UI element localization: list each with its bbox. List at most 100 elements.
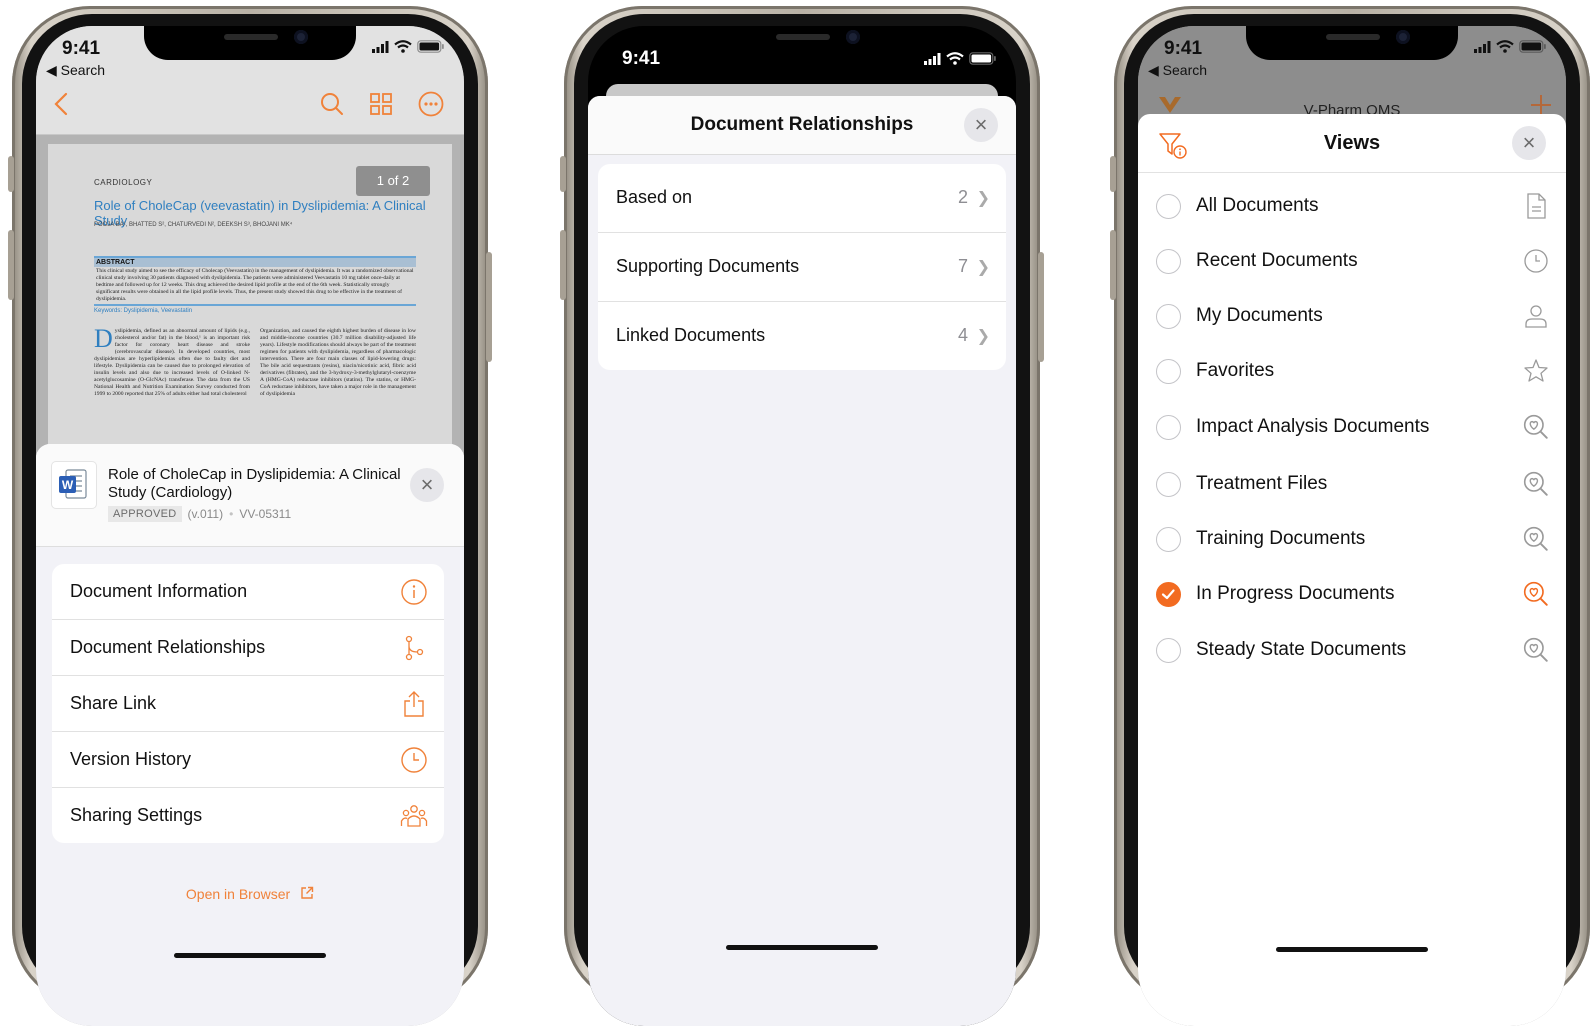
saved-search-icon <box>1523 581 1548 606</box>
close-button[interactable]: × <box>1512 126 1546 160</box>
status-back-search[interactable]: ◀ Search <box>46 62 105 79</box>
view-label: Recent Documents <box>1196 250 1358 271</box>
document-column-2: Organization, and caused the eighth high… <box>260 328 416 397</box>
relationship-count: 7 <box>957 256 968 276</box>
radio-button[interactable] <box>1156 249 1181 274</box>
people-icon <box>400 805 428 827</box>
side-button <box>8 230 14 300</box>
relationship-count: 2 <box>957 187 968 207</box>
notch <box>144 26 356 60</box>
radio-button[interactable] <box>1156 472 1181 497</box>
saved-search-icon <box>1523 414 1548 439</box>
add-icon[interactable] <box>1530 94 1552 116</box>
menu-item-document-information[interactable]: Document Information <box>52 564 444 620</box>
battery-icon <box>969 52 996 65</box>
view-label: Treatment Files <box>1196 473 1328 494</box>
relationship-count: 4 <box>957 325 968 345</box>
view-item-favorites[interactable]: Favorites <box>1138 346 1566 401</box>
view-item-impact-analysis-documents[interactable]: Impact Analysis Documents <box>1138 402 1566 457</box>
status-icons <box>924 52 996 65</box>
more-icon[interactable] <box>418 91 444 117</box>
close-icon: × <box>420 472 434 497</box>
view-item-steady-state-documents[interactable]: Steady State Documents <box>1138 625 1566 680</box>
radio-button-selected[interactable] <box>1156 582 1181 607</box>
view-label: Favorites <box>1196 360 1275 381</box>
relationship-row-supporting-documents[interactable]: Supporting Documents 7 ❯ <box>598 233 1006 302</box>
home-indicator <box>1276 947 1428 952</box>
document-kicker: CARDIOLOGY <box>94 178 153 187</box>
relationship-row-linked-documents[interactable]: Linked Documents 4 ❯ <box>598 302 1006 370</box>
saved-search-icon <box>1523 637 1548 662</box>
radio-button[interactable] <box>1156 304 1181 329</box>
view-item-treatment-files[interactable]: Treatment Files <box>1138 459 1566 514</box>
external-link-icon <box>301 886 314 899</box>
speaker <box>1326 34 1380 40</box>
signal-icon <box>924 52 941 65</box>
view-item-training-documents[interactable]: Training Documents <box>1138 514 1566 569</box>
phone-frame-2: Document Relationships × Based on 2 ❯ Su… <box>560 6 1044 1026</box>
notch <box>1246 26 1458 60</box>
side-button <box>1038 252 1044 362</box>
star-icon <box>1524 359 1548 382</box>
menu-item-sharing-settings[interactable]: Sharing Settings <box>52 788 444 843</box>
menu-item-document-relationships[interactable]: Document Relationships <box>52 620 444 676</box>
side-button <box>560 156 566 192</box>
status-badge: APPROVED <box>108 506 182 522</box>
saved-search-icon <box>1523 526 1548 551</box>
status-back-search[interactable]: ◀ Search <box>1148 62 1207 79</box>
page-indicator: 1 of 2 <box>356 166 430 196</box>
document-column-1: Dyslipidemia, defined as an abnormal amo… <box>94 326 250 398</box>
view-label: Training Documents <box>1196 528 1366 549</box>
person-icon <box>1525 305 1547 328</box>
phone-frame-1: 1 of 2 CARDIOLOGY Role of CholeCap (veev… <box>8 6 492 1026</box>
view-item-all-documents[interactable]: All Documents <box>1138 181 1566 236</box>
relationship-label: Supporting Documents <box>616 256 800 276</box>
chevron-right-icon: ❯ <box>976 190 990 207</box>
saved-search-icon <box>1523 471 1548 496</box>
abstract-text: This clinical study aimed to see the eff… <box>96 268 414 302</box>
screen-document-relationships: Document Relationships × Based on 2 ❯ Su… <box>588 26 1016 1026</box>
relationships-sheet: Document Relationships × Based on 2 ❯ Su… <box>588 96 1016 1026</box>
sheet-title: Views <box>1323 132 1381 154</box>
views-sheet: Views × All Documents Recent Documents M… <box>1138 114 1566 1026</box>
radio-button[interactable] <box>1156 194 1181 219</box>
close-button[interactable]: × <box>964 108 998 142</box>
radio-button[interactable] <box>1156 638 1181 663</box>
speaker <box>776 34 830 40</box>
notch <box>696 26 908 60</box>
home-indicator <box>726 945 878 950</box>
radio-button[interactable] <box>1156 415 1181 440</box>
view-item-in-progress-documents[interactable]: In Progress Documents <box>1138 569 1566 624</box>
battery-icon <box>1519 40 1546 53</box>
battery-icon <box>417 40 444 53</box>
menu-item-label: Share Link <box>70 693 157 713</box>
side-button <box>8 156 14 192</box>
grid-icon[interactable] <box>369 92 393 116</box>
close-button[interactable]: × <box>410 468 444 502</box>
relationships-icon <box>405 635 424 661</box>
open-in-browser-link[interactable]: Open in Browser <box>36 886 464 902</box>
wifi-icon <box>1496 40 1514 53</box>
view-item-recent-documents[interactable]: Recent Documents <box>1138 236 1566 291</box>
menu-item-share-link[interactable]: Share Link <box>52 676 444 732</box>
radio-button[interactable] <box>1156 359 1181 384</box>
view-item-my-documents[interactable]: My Documents <box>1138 291 1566 346</box>
status-time: 9:41 <box>62 38 101 59</box>
wifi-icon <box>946 52 964 65</box>
screen-document-actions: 1 of 2 CARDIOLOGY Role of CholeCap (veev… <box>36 26 464 1026</box>
screen-views: V-Pharm QMS Views × All Documents Recent… <box>1138 26 1566 1026</box>
phone-frame-3: V-Pharm QMS Views × All Documents Recent… <box>1110 6 1590 1026</box>
abstract-heading: ABSTRACT <box>94 258 416 267</box>
search-icon[interactable] <box>320 92 344 116</box>
status-icons <box>1474 40 1546 53</box>
speaker <box>224 34 278 40</box>
wifi-icon <box>394 40 412 53</box>
back-chevron-icon[interactable] <box>54 92 68 116</box>
relationship-row-based-on[interactable]: Based on 2 ❯ <box>598 164 1006 233</box>
document-page[interactable]: 1 of 2 CARDIOLOGY Role of CholeCap (veev… <box>48 144 452 474</box>
view-label: All Documents <box>1196 195 1319 216</box>
relationship-label: Linked Documents <box>616 325 766 345</box>
menu-item-version-history[interactable]: Version History <box>52 732 444 788</box>
close-icon: × <box>974 112 988 137</box>
radio-button[interactable] <box>1156 527 1181 552</box>
